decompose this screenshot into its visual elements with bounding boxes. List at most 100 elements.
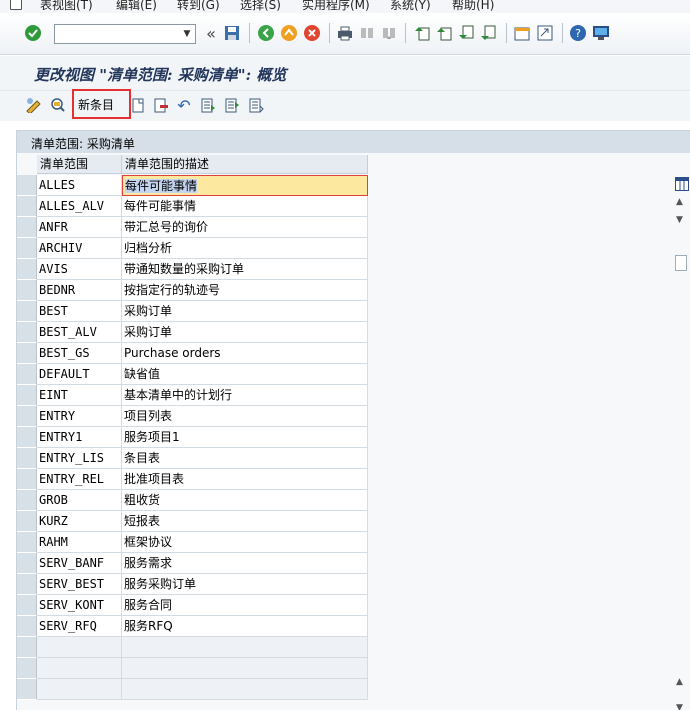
list-scope-cell[interactable]: GROB — [37, 490, 122, 511]
list-scope-cell[interactable]: SERV_BANF — [37, 553, 122, 574]
description-cell[interactable]: 带通知数量的采购订单 — [122, 259, 368, 280]
description-cell[interactable]: 短报表 — [122, 511, 368, 532]
customize-icon[interactable] — [591, 23, 611, 43]
list-scope-cell[interactable]: ENTRY — [37, 406, 122, 427]
back-icon[interactable] — [256, 23, 276, 43]
menu-edit[interactable]: 编辑(E) — [116, 0, 157, 13]
list-scope-cell[interactable] — [37, 637, 122, 658]
list-scope-cell[interactable]: BEST_GS — [37, 343, 122, 364]
list-scope-cell[interactable]: ANFR — [37, 217, 122, 238]
list-scope-cell[interactable]: AVIS — [37, 259, 122, 280]
description-cell[interactable]: 带汇总号的询价 — [122, 217, 368, 238]
deselect-icon[interactable] — [222, 95, 242, 115]
column-header-list-scope[interactable]: 清单范围 — [37, 155, 122, 174]
list-scope-cell[interactable]: ARCHIV — [37, 238, 122, 259]
select-all-icon[interactable] — [48, 95, 68, 115]
row-selector[interactable] — [17, 406, 37, 427]
print-icon[interactable] — [335, 23, 355, 43]
menu-table-view[interactable]: 表视图(T) — [40, 0, 93, 13]
list-scope-cell[interactable]: ALLES_ALV — [37, 196, 122, 217]
column-configuration-icon[interactable] — [675, 177, 689, 191]
display-change-icon[interactable] — [24, 95, 44, 115]
row-selector[interactable] — [17, 574, 37, 595]
column-header-description[interactable]: 清单范围的描述 — [122, 155, 368, 174]
row-selector[interactable] — [17, 448, 37, 469]
first-page-icon[interactable] — [412, 23, 432, 43]
list-scope-cell[interactable]: ENTRY_REL — [37, 469, 122, 490]
list-scope-cell[interactable]: BEST_ALV — [37, 322, 122, 343]
row-selector[interactable] — [17, 238, 37, 259]
chevron-down-icon[interactable]: ▼ — [179, 25, 195, 43]
row-selector[interactable] — [17, 343, 37, 364]
help-icon[interactable]: ? — [568, 23, 588, 43]
list-scope-cell[interactable]: SERV_BEST — [37, 574, 122, 595]
list-scope-cell[interactable]: RAHM — [37, 532, 122, 553]
find-next-icon[interactable] — [379, 23, 399, 43]
cancel-icon[interactable] — [302, 23, 322, 43]
row-selector[interactable] — [17, 511, 37, 532]
description-cell[interactable]: Purchase orders — [122, 343, 368, 364]
list-scope-cell[interactable]: KURZ — [37, 511, 122, 532]
vertical-scrollbar[interactable]: ▲ ▼ ▲ ▼ — [672, 175, 690, 710]
details-icon[interactable] — [246, 95, 266, 115]
scroll-down-icon[interactable]: ▼ — [676, 215, 683, 225]
description-cell[interactable]: 粗收货 — [122, 490, 368, 511]
row-selector[interactable] — [17, 616, 37, 637]
description-cell[interactable] — [122, 637, 368, 658]
menu-system[interactable]: 系统(Y) — [390, 0, 431, 13]
command-field[interactable]: ▼ — [54, 24, 196, 44]
back-double-icon[interactable]: « — [201, 23, 221, 43]
list-scope-cell[interactable]: ALLES — [37, 175, 122, 196]
description-cell[interactable]: 每件可能事情 — [122, 175, 368, 196]
row-selector[interactable] — [17, 658, 37, 679]
description-cell[interactable] — [122, 679, 368, 700]
description-cell[interactable]: 采购订单 — [122, 301, 368, 322]
find-icon[interactable] — [357, 23, 377, 43]
row-selector[interactable] — [17, 259, 37, 280]
list-scope-cell[interactable] — [37, 679, 122, 700]
list-scope-cell[interactable]: SERV_RFQ — [37, 616, 122, 637]
description-cell[interactable]: 批准项目表 — [122, 469, 368, 490]
row-selector[interactable] — [17, 175, 37, 196]
description-cell[interactable]: 每件可能事情 — [122, 196, 368, 217]
exit-icon[interactable] — [279, 23, 299, 43]
scroll-down-icon[interactable]: ▼ — [676, 703, 683, 710]
description-cell[interactable]: 服务RFQ — [122, 616, 368, 637]
scroll-thumb[interactable] — [675, 255, 687, 271]
description-cell[interactable]: 框架协议 — [122, 532, 368, 553]
row-selector[interactable] — [17, 322, 37, 343]
undo-icon[interactable]: ↶ — [174, 95, 194, 115]
row-selector[interactable] — [17, 217, 37, 238]
list-scope-cell[interactable]: ENTRY_LIS — [37, 448, 122, 469]
row-selector[interactable] — [17, 196, 37, 217]
row-selector[interactable] — [17, 469, 37, 490]
list-scope-cell[interactable]: SERV_KONT — [37, 595, 122, 616]
row-selector[interactable] — [17, 385, 37, 406]
description-cell[interactable]: 基本清单中的计划行 — [122, 385, 368, 406]
new-session-icon[interactable] — [512, 23, 532, 43]
list-scope-cell[interactable]: DEFAULT — [37, 364, 122, 385]
shortcut-icon[interactable] — [535, 23, 555, 43]
prev-page-icon[interactable] — [434, 23, 454, 43]
description-cell[interactable]: 按指定行的轨迹号 — [122, 280, 368, 301]
row-selector[interactable] — [17, 280, 37, 301]
check-icon[interactable] — [23, 23, 43, 43]
menu-utilities[interactable]: 实用程序(M) — [302, 0, 370, 13]
last-page-icon[interactable] — [478, 23, 498, 43]
row-selector[interactable] — [17, 637, 37, 658]
next-page-icon[interactable] — [456, 23, 476, 43]
description-cell[interactable]: 归档分析 — [122, 238, 368, 259]
row-selector[interactable] — [17, 490, 37, 511]
description-cell[interactable]: 缺省值 — [122, 364, 368, 385]
description-cell[interactable]: 服务需求 — [122, 553, 368, 574]
description-cell[interactable] — [122, 658, 368, 679]
row-selector[interactable] — [17, 427, 37, 448]
description-cell[interactable]: 服务采购订单 — [122, 574, 368, 595]
list-scope-cell[interactable]: ENTRY1 — [37, 427, 122, 448]
list-scope-cell[interactable]: EINT — [37, 385, 122, 406]
select-block-icon[interactable] — [198, 95, 218, 115]
save-icon[interactable] — [222, 23, 242, 43]
menu-selection[interactable]: 选择(S) — [240, 0, 281, 13]
row-selector[interactable] — [17, 364, 37, 385]
menu-help[interactable]: 帮助(H) — [452, 0, 494, 13]
